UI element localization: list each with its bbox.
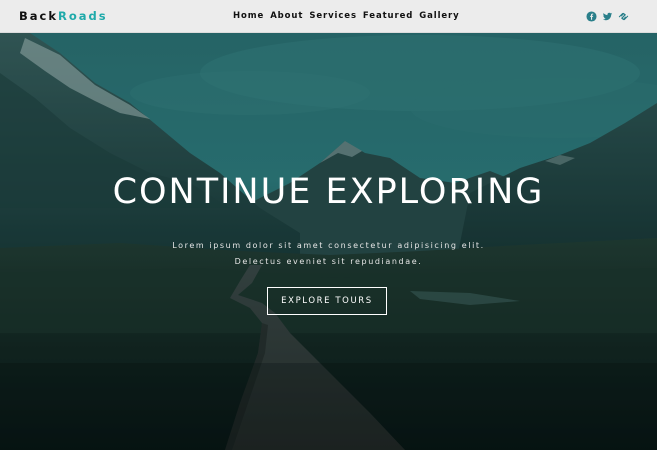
hero-title: CONTINUE EXPLORING <box>112 172 545 212</box>
nav-link-home[interactable]: Home <box>233 11 264 22</box>
nav-link-services[interactable]: Services <box>309 11 357 22</box>
navbar: BackRoads Home About Services Featured G… <box>0 0 657 33</box>
squarespace-icon[interactable] <box>618 11 629 22</box>
nav-links: Home About Services Featured Gallery <box>233 11 460 22</box>
social-links <box>586 11 629 22</box>
nav-link-gallery[interactable]: Gallery <box>419 11 459 22</box>
logo-part-roads: Roads <box>58 9 108 23</box>
facebook-icon[interactable] <box>586 11 597 22</box>
nav-link-about[interactable]: About <box>270 11 303 22</box>
nav-link-featured[interactable]: Featured <box>363 11 413 22</box>
logo-part-back: Back <box>19 9 58 23</box>
hero-text-line-2: Delectus eveniet sit repudiandae. <box>234 257 423 266</box>
twitter-icon[interactable] <box>602 11 613 22</box>
explore-tours-button[interactable]: EXPLORE TOURS <box>267 287 387 315</box>
site-logo[interactable]: BackRoads <box>19 9 108 23</box>
hero-text-line-1: Lorem ipsum dolor sit amet consectetur a… <box>172 241 485 250</box>
hero-section: CONTINUE EXPLORING Lorem ipsum dolor sit… <box>0 33 657 450</box>
